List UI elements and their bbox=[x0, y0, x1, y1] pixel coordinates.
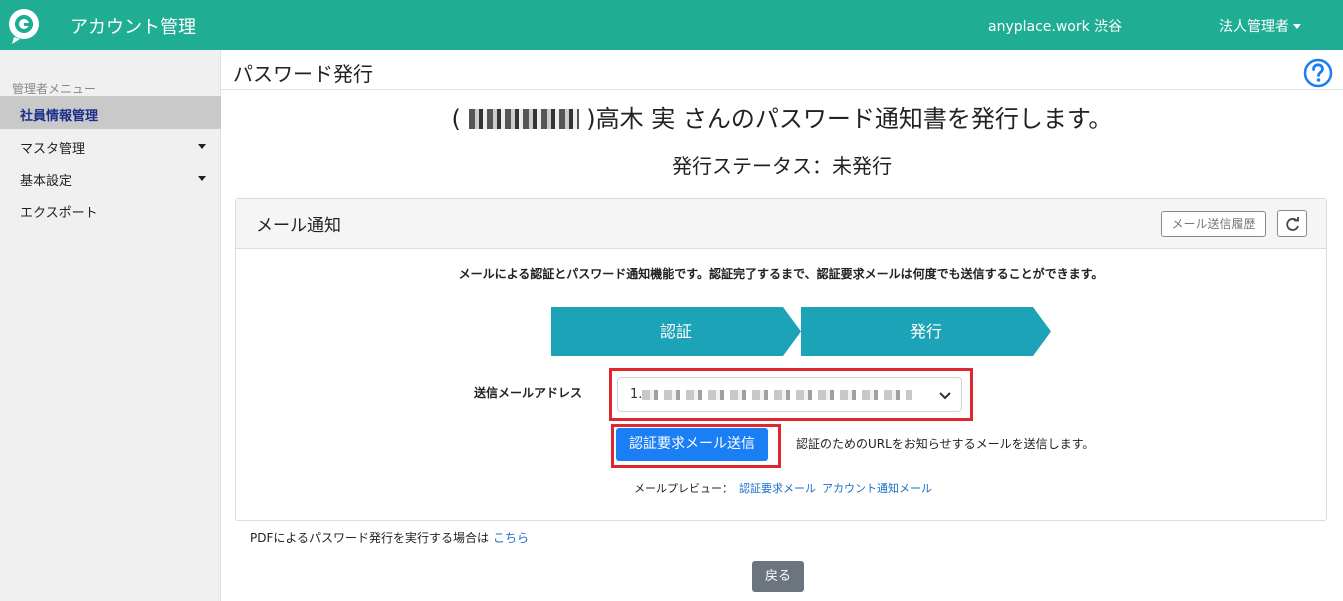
page-title: パスワード発行 bbox=[233, 62, 373, 86]
workspace-name: anyplace.work 渋谷 bbox=[988, 19, 1123, 35]
user-menu-dropdown[interactable]: 法人管理者 bbox=[1219, 16, 1301, 36]
sidebar-item-basic-settings[interactable]: 基本設定 bbox=[0, 161, 221, 194]
caret-down-icon bbox=[198, 144, 206, 149]
mail-notification-card: メール通知 メール送信履歴 メールによる認証とパスワード通知機能です。認証完了す… bbox=[235, 198, 1327, 521]
sidebar-item-label: 社員情報管理 bbox=[20, 109, 99, 124]
send-mail-note: 認証のためのURLをお知らせするメールを送信します。 bbox=[796, 437, 1095, 451]
caret-down-icon bbox=[1293, 24, 1301, 29]
refresh-button[interactable] bbox=[1277, 210, 1307, 237]
pdf-note-text: PDFによるパスワード発行を実行する場合は bbox=[250, 531, 490, 545]
top-header: アカウント管理 anyplace.work 渋谷 法人管理者 bbox=[0, 0, 1343, 50]
step-authentication: 認証 bbox=[551, 307, 801, 356]
sidebar-item-export[interactable]: エクスポート bbox=[0, 193, 221, 226]
caret-down-icon bbox=[198, 176, 206, 181]
issue-status: 発行ステータス：未発行 bbox=[672, 154, 892, 178]
preview-label: メールプレビュー： bbox=[634, 482, 733, 495]
headline-open-paren: ( bbox=[451, 105, 461, 133]
preview-link-account-mail[interactable]: アカウント通知メール bbox=[822, 482, 932, 495]
pdf-issue-note: PDFによるパスワード発行を実行する場合は こちら bbox=[250, 529, 529, 546]
sidebar-item-label: マスタ管理 bbox=[20, 142, 86, 157]
refresh-icon bbox=[1286, 217, 1299, 231]
sidebar-heading: 管理者メニュー bbox=[12, 82, 97, 96]
app-logo-icon[interactable] bbox=[6, 7, 42, 45]
card-title: メール通知 bbox=[256, 216, 341, 236]
step-label: 発行 bbox=[909, 322, 942, 341]
mail-history-button[interactable]: メール送信履歴 bbox=[1161, 211, 1266, 237]
preview-link-auth-mail[interactable]: 認証要求メール bbox=[739, 482, 816, 495]
card-header: メール通知 メール送信履歴 bbox=[236, 199, 1326, 249]
step-label: 認証 bbox=[659, 322, 692, 341]
sidebar-item-master[interactable]: マスタ管理 bbox=[0, 129, 221, 162]
mail-address-label: 送信メールアドレス bbox=[474, 386, 583, 400]
mail-preview-row: メールプレビュー： 認証要求メール アカウント通知メール bbox=[634, 480, 932, 496]
masked-employee-id bbox=[468, 109, 579, 129]
sidebar: 管理者メニュー 社員情報管理 マスタ管理 基本設定 エクスポート bbox=[0, 50, 221, 601]
back-button[interactable]: 戻る bbox=[752, 561, 804, 592]
user-menu-label: 法人管理者 bbox=[1219, 19, 1289, 35]
question-circle-icon[interactable] bbox=[1303, 58, 1333, 88]
step-issue: 発行 bbox=[801, 307, 1051, 356]
sidebar-item-label: エクスポート bbox=[20, 206, 98, 221]
highlight-box-button bbox=[611, 424, 781, 468]
mail-feature-description: メールによる認証とパスワード通知機能です。認証完了するまで、認証要求メールは何度… bbox=[458, 267, 1104, 281]
sidebar-item-employee-info[interactable]: 社員情報管理 bbox=[0, 96, 221, 129]
headline-text: )高木 実 さんのパスワード通知書を発行します。 bbox=[586, 105, 1113, 133]
pdf-issue-link[interactable]: こちら bbox=[493, 531, 529, 545]
page-title-bar: パスワード発行 bbox=[221, 50, 1343, 90]
app-title: アカウント管理 bbox=[70, 17, 196, 38]
sidebar-item-label: 基本設定 bbox=[20, 174, 73, 189]
highlight-box-select bbox=[609, 368, 973, 421]
issue-headline: ( )高木 実 さんのパスワード通知書を発行します。 bbox=[221, 99, 1343, 134]
